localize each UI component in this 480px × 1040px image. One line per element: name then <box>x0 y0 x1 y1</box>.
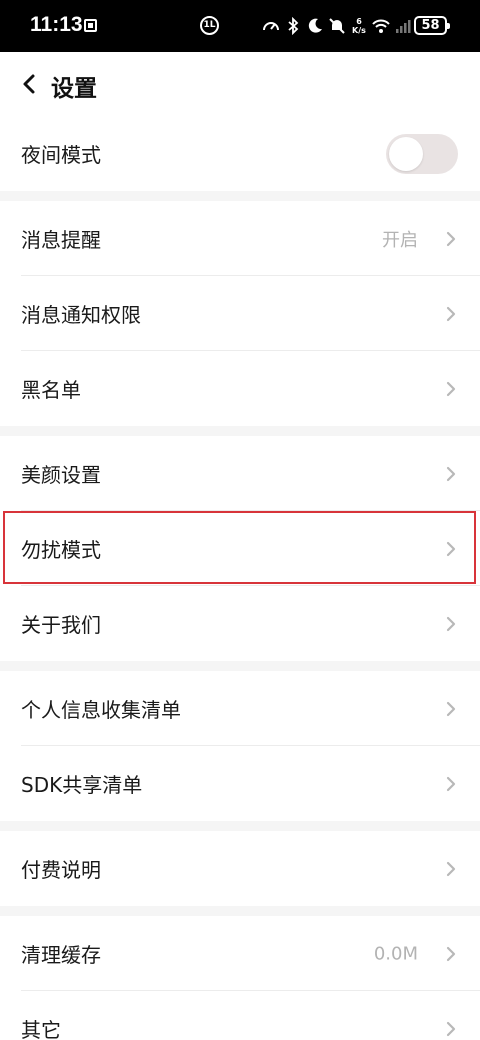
setting-do-not-disturb[interactable]: 勿扰模式 <box>0 511 480 586</box>
section-divider <box>0 426 480 436</box>
setting-sdk-share-list[interactable]: SDK共享清单 <box>0 746 480 821</box>
chevron-right-icon <box>446 701 456 716</box>
settings-list: 夜间模式 消息提醒 开启 消息通知权限 黑名单 美颜设置 勿扰模式 关于我们 个… <box>0 116 480 1040</box>
wifi-icon <box>372 16 390 36</box>
setting-other[interactable]: 其它 <box>0 991 480 1040</box>
personal-info-list-label: 个人信息收集清单 <box>21 698 181 722</box>
section-divider <box>0 821 480 831</box>
chevron-right-icon <box>446 1021 456 1036</box>
chevron-right-icon <box>446 861 456 876</box>
toggle-knob <box>389 136 423 171</box>
moon-icon <box>306 16 324 36</box>
clear-cache-value: 0.0M <box>373 943 418 964</box>
section-divider <box>0 906 480 916</box>
page-title: 设置 <box>51 76 97 102</box>
clear-cache-label: 清理缓存 <box>21 943 101 967</box>
section-divider <box>0 191 480 201</box>
chevron-right-icon <box>446 381 456 396</box>
night-mode-toggle[interactable] <box>386 133 458 174</box>
chevron-right-icon <box>446 466 456 481</box>
setting-personal-info-list[interactable]: 个人信息收集清单 <box>0 671 480 746</box>
setting-payment-info[interactable]: 付费说明 <box>0 831 480 906</box>
night-mode-label: 夜间模式 <box>21 143 101 167</box>
battery-indicator: 58 <box>414 16 450 35</box>
network-speed-unit: K/s <box>352 26 366 35</box>
about-us-label: 关于我们 <box>21 613 101 637</box>
speedometer-icon <box>262 16 280 36</box>
bluetooth-icon <box>284 16 302 36</box>
bell-muted-icon <box>328 16 346 36</box>
status-bar: 11:13 1L 6 K/s 58 <box>0 0 480 52</box>
signal-icon <box>394 16 412 36</box>
other-label: 其它 <box>21 1018 61 1040</box>
setting-clear-cache[interactable]: 清理缓存 0.0M <box>0 916 480 991</box>
network-speed-value: 6 <box>356 17 362 26</box>
setting-message-reminder[interactable]: 消息提醒 开启 <box>0 201 480 276</box>
chevron-right-icon <box>446 541 456 556</box>
status-icons: 6 K/s <box>262 14 416 38</box>
setting-notification-permission[interactable]: 消息通知权限 <box>0 276 480 351</box>
setting-about-us[interactable]: 关于我们 <box>0 586 480 661</box>
blacklist-label: 黑名单 <box>21 378 81 402</box>
notification-square-icon <box>84 19 97 32</box>
setting-night-mode: 夜间模式 <box>0 116 480 191</box>
chevron-right-icon <box>446 776 456 791</box>
status-time: 11:13 <box>30 13 83 36</box>
page-header: 设置 <box>0 52 480 116</box>
setting-beauty[interactable]: 美颜设置 <box>0 436 480 511</box>
do-not-disturb-label: 勿扰模式 <box>21 538 101 562</box>
chevron-left-icon <box>23 74 35 94</box>
section-divider <box>0 661 480 671</box>
message-reminder-value: 开启 <box>382 229 418 251</box>
chevron-right-icon <box>446 616 456 631</box>
notification-badge-icon: 1L <box>200 16 219 35</box>
beauty-settings-label: 美颜设置 <box>21 463 101 487</box>
chevron-right-icon <box>446 946 456 961</box>
setting-blacklist[interactable]: 黑名单 <box>0 351 480 426</box>
chevron-right-icon <box>446 306 456 321</box>
notification-permission-label: 消息通知权限 <box>21 303 141 327</box>
network-speed: 6 K/s <box>350 17 368 35</box>
message-reminder-label: 消息提醒 <box>21 228 101 252</box>
sdk-share-list-label: SDK共享清单 <box>21 773 143 797</box>
back-button[interactable] <box>12 66 46 102</box>
chevron-right-icon <box>446 231 456 246</box>
payment-info-label: 付费说明 <box>21 858 101 882</box>
